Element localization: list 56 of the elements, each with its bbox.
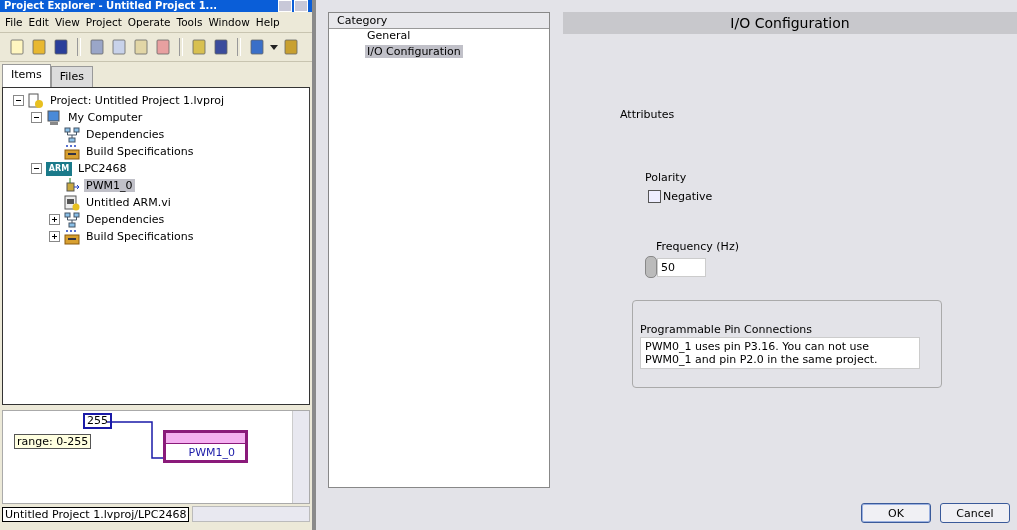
text-display: PWM0_1 uses pin P3.16. You can not use PWM0_1 and pin P2.0 in the same project. <box>640 337 920 369</box>
horizontal-scrollbar[interactable] <box>192 506 310 522</box>
expander-icon[interactable] <box>31 112 42 123</box>
chip-arrow-icon <box>64 177 80 194</box>
minimize-button[interactable] <box>278 0 292 12</box>
spinner-icon[interactable] <box>645 256 657 278</box>
menu-item[interactable]: File <box>2 14 26 30</box>
numeric-constant[interactable]: 255 <box>83 413 112 429</box>
menu-item[interactable]: View <box>51 14 83 30</box>
expander-icon[interactable] <box>13 95 24 106</box>
checkbox[interactable]: Negative <box>648 190 1010 203</box>
list-header: Category <box>329 13 549 29</box>
box-icon <box>64 228 80 245</box>
tab[interactable]: Items <box>2 64 51 87</box>
tree-item[interactable]: My Computer <box>66 111 145 124</box>
section-label: Attributes <box>620 108 676 121</box>
menu-item[interactable]: Project <box>82 14 125 30</box>
expander-icon[interactable] <box>31 163 42 174</box>
menu-item[interactable]: Edit <box>25 14 52 30</box>
maximize-button[interactable] <box>294 0 308 12</box>
context-path: Untitled Project 1.lvproj/LPC2468 <box>2 506 190 522</box>
numeric-field[interactable]: 50 <box>657 257 706 277</box>
tree-item[interactable]: LPC2468 <box>76 162 129 175</box>
tooltip: range: 0-255 <box>14 434 92 449</box>
network-icon <box>64 126 80 143</box>
field-label: Programmable Pin Connections <box>640 323 814 336</box>
page-header: I/O Configuration <box>563 12 1017 34</box>
tree-item[interactable]: Dependencies <box>84 128 167 141</box>
tree-item[interactable]: Build Specifications <box>84 145 196 158</box>
tree-item[interactable]: Build Specifications <box>84 230 196 243</box>
category-item[interactable]: I/O Configuration <box>365 45 463 58</box>
expander-icon[interactable] <box>49 214 60 225</box>
dialog-button[interactable]: Cancel <box>940 503 1010 523</box>
tree-item[interactable]: Untitled ARM.vi <box>84 196 173 209</box>
menu-item[interactable]: Window <box>205 14 253 30</box>
field-label: Polarity <box>645 171 688 184</box>
category-item[interactable]: General <box>365 29 413 42</box>
tab[interactable]: Files <box>50 66 93 87</box>
dialog-button[interactable]: OK <box>861 503 931 523</box>
network-icon <box>64 211 80 228</box>
vertical-scrollbar[interactable] <box>292 411 309 503</box>
menu-item[interactable]: Tools <box>173 14 206 30</box>
tree-item[interactable]: Dependencies <box>84 213 167 226</box>
tree-item[interactable]: PWM1_0 <box>84 179 135 192</box>
tree-item[interactable]: Project: Untitled Project 1.lvproj <box>48 94 227 107</box>
menu-item[interactable]: Help <box>252 14 283 30</box>
window-title: Project Explorer - Untitled Project 1... <box>4 0 217 12</box>
vi-file-icon <box>64 194 80 211</box>
field-label: Frequency (Hz) <box>656 240 740 253</box>
menu-item[interactable]: Operate <box>124 14 174 30</box>
chip-icon: ARM <box>46 161 72 176</box>
expander-icon[interactable] <box>49 231 60 242</box>
io-node[interactable]: PWM1_0 <box>163 430 248 463</box>
box-icon <box>64 143 80 160</box>
project-icon <box>28 92 44 109</box>
computer-icon <box>46 109 62 126</box>
